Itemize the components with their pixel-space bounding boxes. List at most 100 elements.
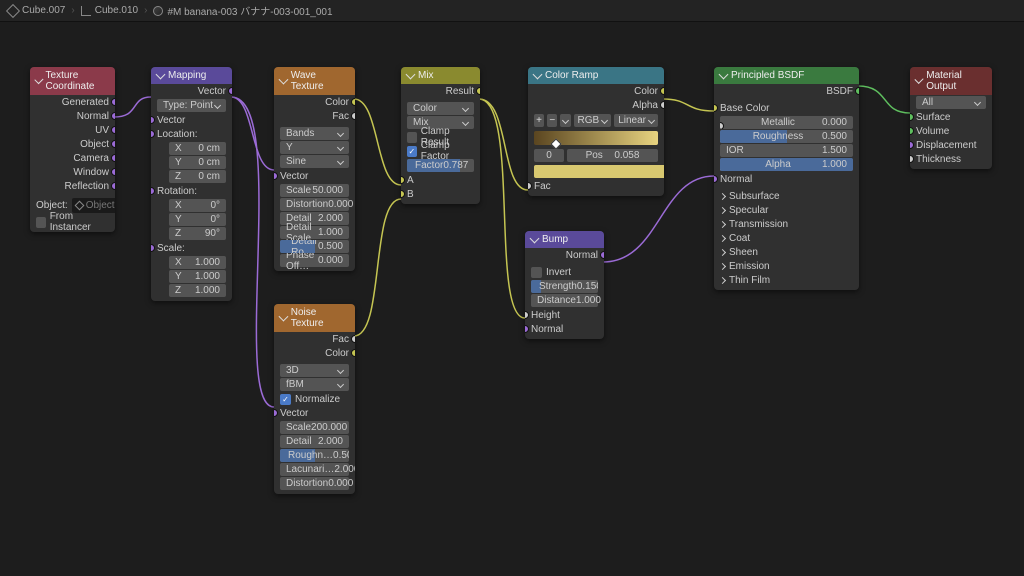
bands-select[interactable]: Bands (280, 127, 349, 140)
type-select[interactable]: Type: Point (157, 99, 226, 112)
node-header[interactable]: Mix (401, 67, 480, 84)
dims-select[interactable]: 3D (280, 364, 349, 377)
output-camera[interactable]: Camera (30, 151, 115, 165)
node-header[interactable]: Mapping (151, 67, 232, 84)
input-vector[interactable]: Vector (151, 113, 232, 127)
output-color[interactable]: Color (274, 346, 355, 360)
input-b[interactable]: B (401, 187, 480, 201)
stop-index[interactable]: 0 (534, 149, 564, 162)
output-generated[interactable]: Generated (30, 95, 115, 109)
direction-select[interactable]: Y (280, 141, 349, 154)
input-normal[interactable]: Normal (714, 172, 859, 186)
checkbox-icon[interactable] (407, 146, 417, 157)
input-height[interactable]: Height (525, 308, 604, 322)
breadcrumb-item[interactable]: Cube.007 (8, 5, 65, 16)
input-thickness[interactable]: Thickness (910, 152, 992, 166)
stop-pos[interactable]: Pos 0.058 (567, 149, 658, 162)
loc-z[interactable]: Z0 cm (169, 170, 226, 183)
breadcrumb-item[interactable]: #M banana-003 バナナ-003-001_001 (153, 3, 332, 18)
node-header[interactable]: Bump (525, 231, 604, 248)
checkbox-icon[interactable] (36, 217, 46, 228)
input-displacement[interactable]: Displacement (910, 138, 992, 152)
wave-detail-roughness[interactable]: Detail Ro…0.500 (280, 240, 349, 253)
loc-y[interactable]: Y0 cm (169, 156, 226, 169)
bsdf-ior[interactable]: IOR1.500 (720, 144, 853, 157)
type-select[interactable]: fBM (280, 378, 349, 391)
output-result[interactable]: Result (401, 84, 480, 98)
output-color[interactable]: Color (274, 95, 355, 109)
invert-check[interactable]: Invert (525, 265, 604, 279)
wave-distortion[interactable]: Distortion0.000 (280, 198, 349, 211)
output-object[interactable]: Object (30, 137, 115, 151)
node-material-output[interactable]: Material Output All Surface Volume Displ… (910, 67, 992, 169)
profile-select[interactable]: Sine (280, 155, 349, 168)
node-wave-texture[interactable]: Wave Texture Color Fac Bands Y Sine Vect… (274, 67, 355, 271)
bsdf-metallic[interactable]: Metallic0.000 (720, 116, 853, 129)
target-select[interactable]: All (916, 96, 986, 109)
output-uv[interactable]: UV (30, 123, 115, 137)
input-surface[interactable]: Surface (910, 110, 992, 124)
output-window[interactable]: Window (30, 165, 115, 179)
mix-factor[interactable]: Factor0.787 (407, 159, 474, 172)
add-stop-button[interactable]: + (534, 114, 544, 127)
node-header[interactable]: Material Output (910, 67, 992, 95)
node-header[interactable]: Noise Texture (274, 304, 355, 332)
node-header[interactable]: Wave Texture (274, 67, 355, 95)
remove-stop-button[interactable]: − (547, 114, 557, 127)
input-vector[interactable]: Vector (274, 406, 355, 420)
loc-x[interactable]: X0 cm (169, 142, 226, 155)
from-instancer-check[interactable]: From Instancer (30, 215, 115, 229)
group-transmission[interactable]: Transmission (714, 217, 859, 231)
output-fac[interactable]: Fac (274, 109, 355, 123)
rot-x[interactable]: X0° (169, 199, 226, 212)
node-header[interactable]: Color Ramp (528, 67, 664, 84)
noise-roughness[interactable]: Roughn…0.500 (280, 449, 349, 462)
rot-y[interactable]: Y0° (169, 213, 226, 226)
checkbox-icon[interactable] (280, 394, 291, 405)
output-normal[interactable]: Normal (30, 109, 115, 123)
output-alpha[interactable]: Alpha (528, 98, 664, 112)
group-specular[interactable]: Specular (714, 203, 859, 217)
group-emission[interactable]: Emission (714, 259, 859, 273)
node-mix[interactable]: Mix Result Color Mix Clamp Result Clamp … (401, 67, 480, 204)
group-subsurface[interactable]: Subsurface (714, 189, 859, 203)
group-coat[interactable]: Coat (714, 231, 859, 245)
output-reflection[interactable]: Reflection (30, 179, 115, 193)
scl-y[interactable]: Y1.000 (169, 270, 226, 283)
output-color[interactable]: Color (528, 84, 664, 98)
wave-detail-scale[interactable]: Detail Scale1.000 (280, 226, 349, 239)
scl-z[interactable]: Z1.000 (169, 284, 226, 297)
checkbox-icon[interactable] (531, 267, 542, 278)
color-mode-select[interactable]: RGB (574, 114, 612, 127)
interp-select[interactable]: Linear (614, 114, 658, 127)
wave-phase[interactable]: Phase Off…0.000 (280, 254, 349, 267)
output-vector[interactable]: Vector (151, 84, 232, 98)
ramp-gradient[interactable] (534, 131, 658, 145)
node-header[interactable]: Texture Coordinate (30, 67, 115, 95)
output-fac[interactable]: Fac (274, 332, 355, 346)
node-mapping[interactable]: Mapping Vector Type: Point Vector Locati… (151, 67, 232, 301)
node-header[interactable]: Principled BSDF (714, 67, 859, 84)
bump-strength[interactable]: Strength0.150 (531, 280, 598, 293)
wave-scale[interactable]: Scale50.000 (280, 184, 349, 197)
node-principled-bsdf[interactable]: Principled BSDF BSDF Base Color Metallic… (714, 67, 859, 290)
clamp-factor-check[interactable]: Clamp Factor (401, 144, 480, 158)
bsdf-alpha[interactable]: Alpha1.000 (720, 158, 853, 171)
stop-color-swatch[interactable] (534, 165, 664, 178)
node-texture-coordinate[interactable]: Texture Coordinate Generated Normal UV O… (30, 67, 115, 232)
scl-x[interactable]: X1.000 (169, 256, 226, 269)
group-sheen[interactable]: Sheen (714, 245, 859, 259)
noise-distortion[interactable]: Distortion0.000 (280, 477, 349, 490)
ramp-menu-button[interactable] (560, 114, 570, 127)
datatype-select[interactable]: Color (407, 102, 474, 115)
node-bump[interactable]: Bump Normal Invert Strength0.150 Distanc… (525, 231, 604, 339)
node-noise-texture[interactable]: Noise Texture Fac Color 3D fBM Normalize… (274, 304, 355, 494)
noise-lacunarity[interactable]: Lacunari…2.000 (280, 463, 349, 476)
checkbox-icon[interactable] (407, 132, 417, 143)
breadcrumb-item[interactable]: Cube.010 (81, 5, 138, 16)
bump-distance[interactable]: Distance1.000 (531, 294, 598, 307)
rot-z[interactable]: Z90° (169, 227, 226, 240)
normalize-check[interactable]: Normalize (274, 392, 355, 406)
noise-detail[interactable]: Detail2.000 (280, 435, 349, 448)
input-volume[interactable]: Volume (910, 124, 992, 138)
